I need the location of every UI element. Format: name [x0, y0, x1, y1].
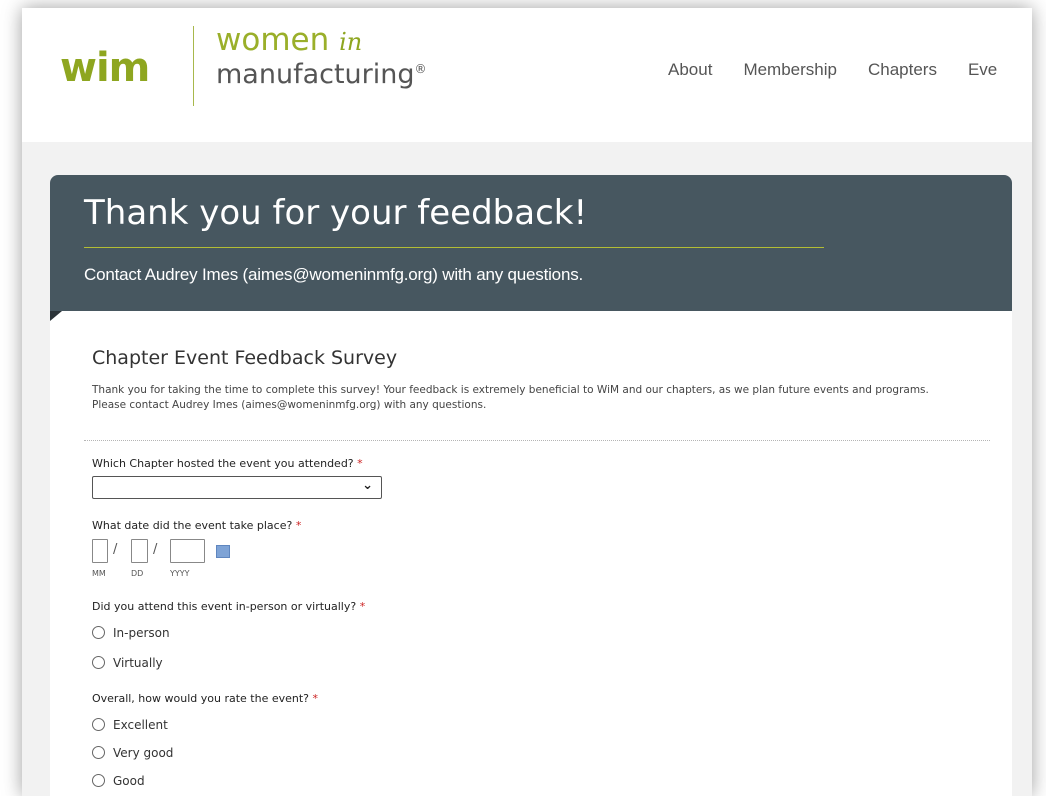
- question-text: Overall, how would you rate the event?: [92, 692, 309, 705]
- logo-wordmark-bottom[interactable]: manufacturing®: [216, 52, 427, 92]
- radio-option-very-good[interactable]: Very good: [92, 742, 173, 760]
- radio-label: Very good: [113, 745, 174, 760]
- date-hint-mm: MM: [92, 569, 106, 578]
- date-day-input[interactable]: [131, 539, 148, 563]
- form-description: Thank you for taking the time to complet…: [92, 384, 929, 411]
- radio-option-virtually[interactable]: Virtually: [92, 652, 163, 670]
- banner-title: Thank you for your feedback!: [84, 193, 588, 233]
- radio-option-good[interactable]: Good: [92, 770, 145, 788]
- date-hint-dd: DD: [131, 569, 144, 578]
- banner-fold-corner: [50, 311, 62, 321]
- question-text: What date did the event take place?: [92, 519, 293, 532]
- nav-membership[interactable]: Membership: [743, 60, 837, 80]
- date-year-input[interactable]: [170, 539, 205, 563]
- form-title: Chapter Event Feedback Survey: [92, 347, 398, 369]
- banner-divider: [84, 247, 824, 248]
- question-rating-label: Overall, how would you rate the event? *: [92, 692, 318, 705]
- nav-about[interactable]: About: [668, 60, 712, 80]
- logo-manufacturing-text: manufacturing: [216, 59, 415, 90]
- logo-divider: [193, 26, 194, 106]
- browser-viewport: wim women in manufacturing® About Members…: [22, 8, 1032, 796]
- question-date-label: What date did the event take place? *: [92, 519, 301, 532]
- nav-chapters[interactable]: Chapters: [868, 60, 937, 80]
- radio-button[interactable]: [92, 656, 105, 669]
- required-mark: *: [295, 519, 302, 532]
- required-mark: *: [359, 600, 366, 613]
- required-mark: *: [312, 692, 319, 705]
- calendar-icon[interactable]: [216, 545, 230, 558]
- radio-label: In-person: [113, 625, 170, 640]
- date-month-input[interactable]: [92, 539, 108, 563]
- registered-mark: ®: [414, 62, 427, 76]
- radio-label: Virtually: [113, 655, 163, 670]
- radio-button[interactable]: [92, 774, 105, 787]
- main-nav: About Membership Chapters Eve: [668, 60, 1028, 80]
- question-attendance-label: Did you attend this event in-person or v…: [92, 600, 365, 613]
- thank-you-banner: Thank you for your feedback! Contact Aud…: [50, 175, 1012, 311]
- radio-label: Excellent: [113, 717, 168, 732]
- date-hint-yyyy: YYYY: [170, 569, 190, 578]
- nav-events[interactable]: Eve: [968, 60, 997, 80]
- radio-button[interactable]: [92, 746, 105, 759]
- date-separator: /: [153, 542, 158, 557]
- radio-button[interactable]: [92, 718, 105, 731]
- question-text: Did you attend this event in-person or v…: [92, 600, 357, 613]
- radio-label: Good: [113, 773, 145, 788]
- site-header: wim women in manufacturing® About Members…: [22, 8, 1032, 142]
- banner-subtitle: Contact Audrey Imes (aimes@womeninmfg.or…: [84, 265, 584, 284]
- question-chapter-label: Which Chapter hosted the event you atten…: [92, 457, 363, 470]
- radio-option-in-person[interactable]: In-person: [92, 622, 170, 640]
- chevron-down-icon: ⌄: [362, 478, 373, 493]
- radio-button[interactable]: [92, 626, 105, 639]
- question-text: Which Chapter hosted the event you atten…: [92, 457, 354, 470]
- form-separator: [84, 440, 990, 441]
- content-card: Thank you for your feedback! Contact Aud…: [50, 175, 1012, 796]
- wim-logo-icon[interactable]: wim: [60, 44, 150, 92]
- date-separator: /: [113, 542, 118, 557]
- chapter-select[interactable]: ⌄: [92, 476, 382, 499]
- radio-option-excellent[interactable]: Excellent: [92, 714, 168, 732]
- required-mark: *: [357, 457, 363, 470]
